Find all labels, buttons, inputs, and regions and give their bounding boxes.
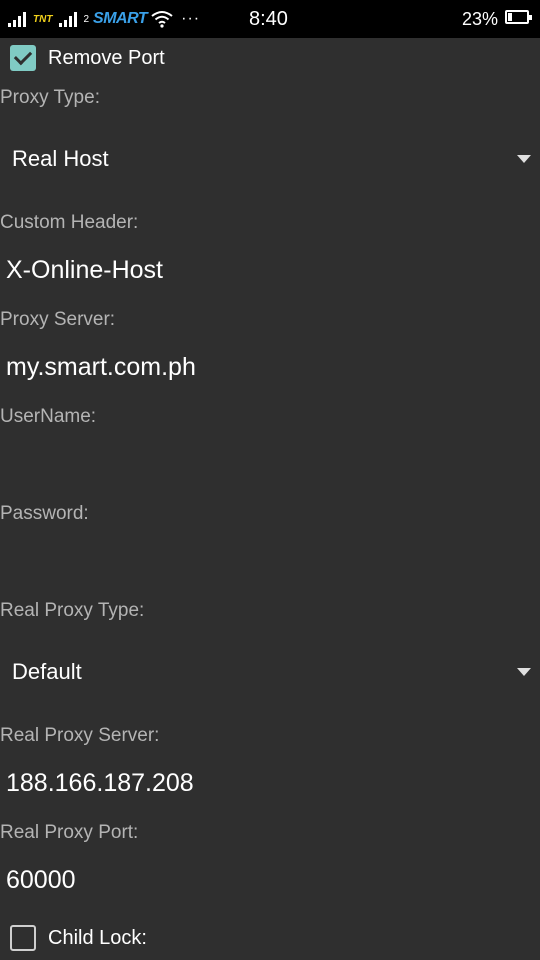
proxy-type-label: Proxy Type:: [0, 87, 100, 108]
proxy-server-input[interactable]: my.smart.com.ph: [6, 353, 196, 382]
remove-port-label: Remove Port: [48, 46, 165, 69]
password-input[interactable]: [6, 547, 526, 579]
proxy-server-label: Proxy Server:: [0, 309, 116, 330]
real-proxy-type-value: Default: [12, 659, 82, 684]
real-proxy-type-label: Real Proxy Type:: [0, 600, 145, 621]
password-label: Password:: [0, 503, 89, 524]
battery-percent: 23%: [462, 9, 499, 29]
carrier-2-logo: SMART: [93, 10, 148, 27]
remove-port-checkbox[interactable]: [10, 45, 36, 71]
signal-icon: [59, 11, 78, 27]
remove-port-row[interactable]: Remove Port: [10, 45, 165, 71]
battery-icon: [505, 10, 532, 24]
status-bar: TNT 2 SMART ··· 8:40 23%: [0, 0, 540, 38]
real-proxy-port-label: Real Proxy Port:: [0, 822, 139, 843]
custom-header-label: Custom Header:: [0, 212, 139, 233]
carrier-1-logo: TNT: [33, 13, 53, 25]
child-lock-label: Child Lock:: [48, 926, 147, 949]
sim-2-label: 2: [83, 13, 90, 25]
overflow-dots: ···: [181, 10, 201, 27]
clock: 8:40: [249, 8, 288, 30]
child-lock-checkbox[interactable]: [10, 925, 36, 951]
real-proxy-server-label: Real Proxy Server:: [0, 725, 160, 746]
dropdown-arrow-icon: [517, 155, 531, 163]
signal-icon: [8, 11, 26, 27]
status-left: TNT 2 SMART ···: [8, 0, 200, 38]
username-input[interactable]: [6, 450, 526, 482]
username-label: UserName:: [0, 406, 97, 427]
child-lock-row[interactable]: Child Lock:: [10, 925, 147, 951]
wifi-icon: [151, 11, 173, 28]
custom-header-input[interactable]: X-Online-Host: [6, 256, 163, 285]
proxy-type-value: Real Host: [12, 146, 109, 171]
real-proxy-port-input[interactable]: 60000: [6, 866, 76, 895]
real-proxy-server-input[interactable]: 188.166.187.208: [6, 769, 194, 798]
dropdown-arrow-icon: [517, 668, 531, 676]
